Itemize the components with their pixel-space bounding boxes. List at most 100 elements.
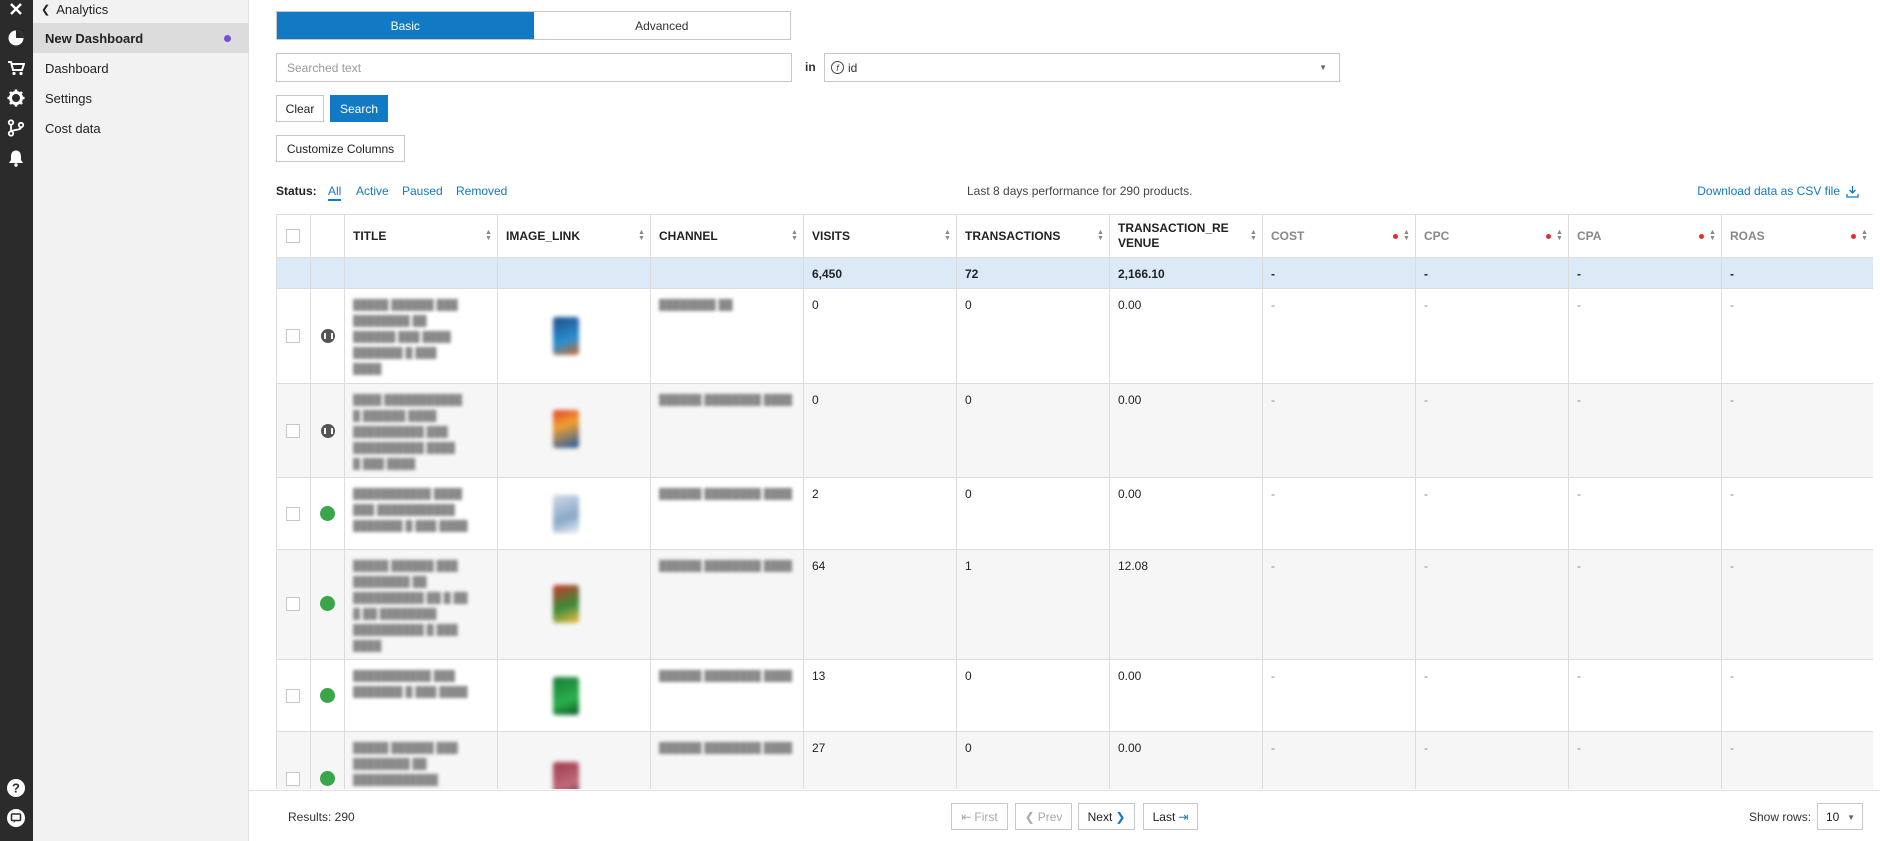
column-label: VISITS bbox=[812, 228, 851, 243]
next-page-button[interactable]: Next ❯ bbox=[1078, 803, 1135, 830]
branch-icon[interactable] bbox=[5, 117, 27, 139]
tab-advanced[interactable]: Advanced bbox=[533, 12, 790, 39]
column-header-cpc[interactable]: CPC ▲ ▼ bbox=[1416, 215, 1569, 257]
pie-chart-icon[interactable] bbox=[5, 27, 27, 49]
sidebar-item-cost-data[interactable]: Cost data bbox=[33, 113, 249, 143]
status-cell bbox=[311, 550, 345, 659]
cost-cell: - bbox=[1263, 550, 1416, 659]
last-page-button[interactable]: Last ⇥ bbox=[1143, 803, 1198, 830]
table-row[interactable]: ███████████ ███ ███████ █ ███ ████ ██████… bbox=[277, 660, 1873, 732]
active-status-icon bbox=[320, 771, 335, 786]
product-thumbnail[interactable] bbox=[553, 677, 579, 715]
product-thumbnail[interactable] bbox=[553, 317, 579, 355]
sidebar-item-new-dashboard[interactable]: New Dashboard bbox=[33, 23, 249, 53]
cpa-cell: - bbox=[1569, 732, 1722, 789]
sort-icon[interactable]: ▲ ▼ bbox=[638, 229, 645, 242]
select-all-checkbox[interactable] bbox=[286, 229, 300, 243]
table-row[interactable]: ███████████ ████ ███ ███████████ ███████ █… bbox=[277, 478, 1873, 550]
column-header-title[interactable]: TITLE ▲ ▼ bbox=[345, 215, 498, 257]
revenue-cell: 0.00 bbox=[1110, 289, 1263, 383]
cart-icon[interactable] bbox=[5, 57, 27, 79]
product-thumbnail[interactable] bbox=[553, 585, 579, 623]
search-input[interactable] bbox=[276, 53, 792, 82]
row-checkbox[interactable] bbox=[286, 329, 300, 343]
status-tab-removed[interactable]: Removed bbox=[456, 184, 507, 198]
gear-icon[interactable] bbox=[5, 87, 27, 109]
row-checkbox[interactable] bbox=[286, 689, 300, 703]
row-checkbox[interactable] bbox=[286, 597, 300, 611]
product-thumbnail[interactable] bbox=[553, 762, 579, 789]
blurred-channel: ██████ ████████ ████ bbox=[659, 561, 793, 572]
prev-page-button[interactable]: ❮ Prev bbox=[1015, 803, 1072, 830]
totals-visits: 6,450 bbox=[804, 258, 957, 288]
product-thumbnail[interactable] bbox=[553, 495, 579, 533]
sort-icon[interactable]: ▲ ▼ bbox=[1709, 229, 1716, 242]
tab-basic[interactable]: Basic bbox=[277, 12, 534, 39]
back-to-analytics-link[interactable]: ❮ Analytics bbox=[41, 0, 108, 18]
title-cell: █████ ██████ ███ ████████ ██ ██████████ ██… bbox=[345, 550, 498, 659]
column-header-cpa[interactable]: CPA ▲ ▼ bbox=[1569, 215, 1722, 257]
visits-cell: 0 bbox=[804, 289, 957, 383]
help-icon[interactable]: ? bbox=[5, 777, 27, 799]
bell-icon[interactable] bbox=[5, 147, 27, 169]
row-checkbox[interactable] bbox=[286, 424, 300, 438]
cpc-cell: - bbox=[1416, 660, 1569, 731]
column-header-channel[interactable]: CHANNEL ▲ ▼ bbox=[651, 215, 804, 257]
sidebar-item-settings[interactable]: Settings bbox=[33, 83, 249, 113]
last-page-label: Last bbox=[1152, 809, 1176, 824]
sort-icon[interactable]: ▲ ▼ bbox=[1556, 229, 1563, 242]
row-checkbox[interactable] bbox=[286, 507, 300, 521]
title-cell: █████ ██████ ███ ████████ ██ ████████████ bbox=[345, 732, 498, 789]
channel-cell: ████████ ██ bbox=[651, 289, 804, 383]
sort-icon[interactable]: ▲ ▼ bbox=[1861, 229, 1868, 242]
roas-cell: - bbox=[1722, 660, 1873, 731]
revenue-cell: 0.00 bbox=[1110, 660, 1263, 731]
customize-columns-button[interactable]: Customize Columns bbox=[276, 135, 405, 162]
download-csv-link[interactable]: Download data as CSV file bbox=[1697, 184, 1859, 198]
visits-cell: 27 bbox=[804, 732, 957, 789]
table-row[interactable]: █████ ██████ ███ ████████ ██ ██████████ ██… bbox=[277, 550, 1873, 660]
status-tab-all[interactable]: All bbox=[328, 184, 342, 201]
title-cell: ███████████ ███ ███████ █ ███ ████ bbox=[345, 660, 498, 731]
column-header-roas[interactable]: ROAS ▲ ▼ bbox=[1722, 215, 1873, 257]
status-tab-paused[interactable]: Paused bbox=[402, 184, 443, 198]
rows-per-page-select[interactable]: 10 ▼ bbox=[1817, 803, 1863, 830]
transactions-cell: 0 bbox=[957, 289, 1110, 383]
transactions-cell: 1 bbox=[957, 550, 1110, 659]
column-header-transactions[interactable]: TRANSACTIONS ▲ ▼ bbox=[957, 215, 1110, 257]
transactions-cell: 0 bbox=[957, 478, 1110, 549]
status-tab-active[interactable]: Active bbox=[356, 184, 389, 198]
first-page-button[interactable]: ⇤ First bbox=[951, 803, 1008, 830]
sidebar-item-dashboard[interactable]: Dashboard bbox=[33, 53, 249, 83]
column-header-image-link[interactable]: IMAGE_LINK ▲ ▼ bbox=[498, 215, 651, 257]
column-header-visits[interactable]: VISITS ▲ ▼ bbox=[804, 215, 957, 257]
totals-cpc: - bbox=[1416, 258, 1569, 288]
sort-icon[interactable]: ▲ ▼ bbox=[1403, 229, 1410, 242]
clear-button[interactable]: Clear bbox=[276, 95, 324, 122]
column-header-transaction-revenue[interactable]: TRANSACTION_RE VENUE ▲ ▼ bbox=[1110, 215, 1263, 257]
table-row[interactable]: █████ ██████ ███ ████████ ██ ████████████ … bbox=[277, 732, 1873, 789]
table-row[interactable]: █████ ██████ ███ ████████ ██ ██████ ███ ██… bbox=[277, 289, 1873, 384]
sort-icon[interactable]: ▲ ▼ bbox=[1097, 229, 1104, 242]
results-count: Results: 290 bbox=[288, 810, 355, 824]
status-cell bbox=[311, 732, 345, 789]
totals-transactions: 72 bbox=[957, 258, 1110, 288]
blurred-title: █████ ██████ ███ ████████ ██ ████████████ bbox=[353, 743, 458, 786]
row-checkbox[interactable] bbox=[286, 772, 300, 786]
channel-cell: ██████ ████████ ████ bbox=[651, 660, 804, 731]
active-status-icon bbox=[320, 596, 335, 611]
sidebar: ❮ Analytics New Dashboard Dashboard Sett… bbox=[33, 0, 249, 841]
cpc-cell: - bbox=[1416, 478, 1569, 549]
feedback-icon[interactable] bbox=[5, 807, 27, 829]
sort-icon[interactable]: ▲ ▼ bbox=[1250, 229, 1257, 242]
column-header-cost[interactable]: COST ▲ ▼ bbox=[1263, 215, 1416, 257]
sort-icon[interactable]: ▲ ▼ bbox=[944, 229, 951, 242]
sort-icon[interactable]: ▲ ▼ bbox=[791, 229, 798, 242]
product-thumbnail[interactable] bbox=[553, 410, 579, 448]
search-button[interactable]: Search bbox=[330, 95, 388, 122]
close-icon[interactable] bbox=[5, 0, 27, 20]
table-row[interactable]: ████ ███████████ █ ██████ ████ ██████████ … bbox=[277, 384, 1873, 478]
field-select[interactable]: f id ▼ bbox=[824, 53, 1340, 82]
sort-icon[interactable]: ▲ ▼ bbox=[485, 229, 492, 242]
cpc-cell: - bbox=[1416, 732, 1569, 789]
